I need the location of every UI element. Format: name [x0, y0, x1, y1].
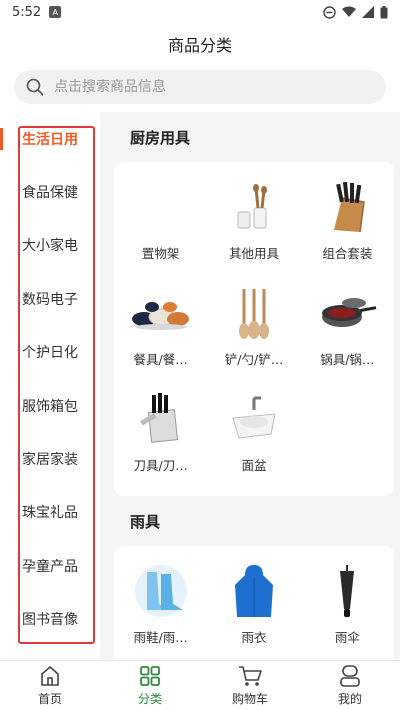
category-item-label: 组合套装 [322, 246, 373, 261]
category-item-basin[interactable]: 面盆 [207, 382, 300, 488]
sidebar-item-home-decor[interactable]: 家居家装 [0, 432, 100, 485]
nav-category[interactable]: 分类 [100, 661, 200, 710]
sidebar-item-label: 孕童产品 [22, 558, 78, 575]
search-box[interactable] [14, 70, 386, 104]
sidebar-item-label: 珠宝礼品 [22, 505, 78, 522]
sidebar-item-label: 生活日用 [22, 131, 78, 148]
battery-icon [380, 5, 388, 18]
search-input[interactable] [54, 79, 354, 95]
category-item-label: 刀具/刀… [133, 458, 188, 473]
signal-icon [362, 6, 374, 18]
nav-label: 首页 [37, 692, 62, 706]
empty-cell [301, 382, 394, 488]
cart-icon [239, 666, 262, 686]
sidebar-item-books-media[interactable]: 图书音像 [0, 593, 100, 646]
knife-set-icon [129, 391, 193, 447]
home-icon [41, 666, 59, 686]
category-item-combo-set[interactable]: 组合套装 [301, 170, 394, 276]
sidebar-item-baby-products[interactable]: 孕童产品 [0, 539, 100, 592]
profile-icon [340, 665, 360, 687]
sidebar-item-label: 服饰箱包 [22, 398, 78, 415]
umbrella-icon [315, 563, 379, 619]
sidebar-item-label: 个护日化 [22, 345, 78, 362]
sidebar-item-jewelry-gifts[interactable]: 珠宝礼品 [0, 486, 100, 539]
page-title: 商品分类 [167, 36, 232, 55]
category-item-label: 餐具/餐… [133, 352, 188, 367]
category-item-raincoat[interactable]: 雨衣 [207, 554, 300, 660]
pot-icon [315, 285, 379, 341]
spatula-icon [222, 285, 286, 341]
page-header: 商品分类 [0, 24, 400, 64]
rack-icon [129, 179, 193, 235]
section-title-kitchen: 厨房用具 [130, 128, 191, 147]
rain-gear-grid: 雨鞋/雨… 雨衣 雨伞 [114, 546, 394, 660]
category-item-rack[interactable]: 置物架 [114, 170, 207, 276]
nav-profile[interactable]: 我的 [300, 661, 400, 710]
nav-label: 购物车 [231, 692, 268, 706]
category-item-label: 置物架 [141, 246, 180, 261]
category-icon [140, 666, 160, 686]
sidebar-item-label: 数码电子 [22, 291, 78, 308]
sidebar-item-label: 家居家装 [22, 452, 78, 469]
kitchen-utensils-icon [222, 179, 286, 235]
nav-cart[interactable]: 购物车 [200, 661, 300, 710]
dnd-icon [323, 5, 336, 19]
notification-icon: A [49, 6, 62, 18]
status-time: 5:52 [12, 4, 42, 20]
category-item-label: 铲/勺/铲… [224, 352, 284, 367]
knife-block-icon [315, 179, 379, 235]
nav-label: 我的 [337, 692, 362, 706]
sidebar-item-personal-care[interactable]: 个护日化 [0, 326, 100, 379]
search-icon [26, 78, 44, 96]
category-item-label: 雨伞 [334, 630, 360, 645]
section-title-rain-gear: 雨具 [130, 512, 161, 531]
status-bar: 5:52 A [0, 0, 400, 24]
category-item-pot[interactable]: 锅具/锅… [301, 276, 394, 382]
sidebar-item-appliances[interactable]: 大小家电 [0, 219, 100, 272]
kitchen-grid: 置物架 其他用具 组合套装 餐具/餐… 铲/勺/铲… 锅具/锅… 刀具/刀… 面… [114, 162, 394, 496]
category-item-knife-set[interactable]: 刀具/刀… [114, 382, 207, 488]
rain-boots-icon [129, 563, 193, 619]
sidebar-item-label: 大小家电 [22, 238, 78, 255]
category-content: 厨房用具 置物架 其他用具 组合套装 餐具/餐… 铲/勺/铲… 锅具/锅… 刀具… [100, 112, 400, 660]
category-item-label: 面盆 [241, 458, 267, 473]
status-icons [323, 5, 388, 19]
sidebar-item-label: 食品保健 [22, 185, 78, 202]
bottom-nav: 首页 分类 购物车 我的 [0, 660, 400, 710]
raincoat-icon [222, 563, 286, 619]
category-item-label: 雨衣 [241, 630, 267, 645]
search-bar [0, 64, 400, 112]
tableware-icon [129, 285, 193, 341]
sidebar-item-food-health[interactable]: 食品保健 [0, 165, 100, 218]
category-item-other-utensils[interactable]: 其他用具 [207, 170, 300, 276]
sidebar-item-daily-use[interactable]: 生活日用 [0, 112, 100, 165]
category-item-umbrella[interactable]: 雨伞 [301, 554, 394, 660]
nav-home[interactable]: 首页 [0, 661, 100, 710]
sidebar-item-apparel-bags[interactable]: 服饰箱包 [0, 379, 100, 432]
nav-label: 分类 [137, 692, 162, 706]
sidebar-item-electronics[interactable]: 数码电子 [0, 272, 100, 325]
category-item-rain-boots[interactable]: 雨鞋/雨… [114, 554, 207, 660]
category-item-label: 其他用具 [228, 246, 279, 261]
sidebar-item-label: 图书音像 [22, 612, 78, 629]
category-sidebar: 生活日用 食品保健 大小家电 数码电子 个护日化 服饰箱包 家居家装 珠宝礼品 … [0, 112, 100, 660]
basin-icon [222, 391, 286, 447]
wifi-icon [342, 6, 356, 17]
category-item-spatula[interactable]: 铲/勺/铲… [207, 276, 300, 382]
category-item-label: 雨鞋/雨… [133, 630, 188, 645]
category-item-label: 锅具/锅… [320, 352, 375, 367]
category-item-tableware[interactable]: 餐具/餐… [114, 276, 207, 382]
